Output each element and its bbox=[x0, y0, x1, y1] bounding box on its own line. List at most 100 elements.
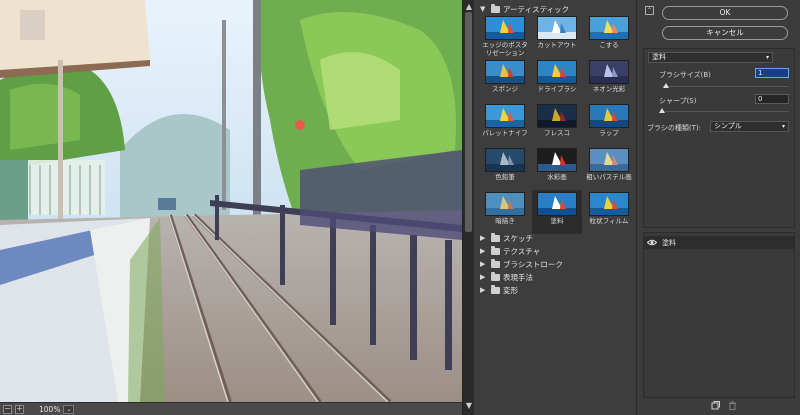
thumb-label: 粗いパステル画 bbox=[586, 173, 632, 181]
filter-thumb-rough-pastels[interactable]: 粗いパステル画 bbox=[584, 146, 634, 190]
triangle-right-icon: ▶ bbox=[480, 234, 486, 242]
filter-type-select[interactable]: 塗料 ▾ bbox=[648, 52, 773, 63]
thumb-label: 塗料 bbox=[550, 217, 564, 225]
folder-open-icon bbox=[491, 3, 500, 13]
thumb-image bbox=[589, 104, 629, 128]
thumb-image bbox=[537, 148, 577, 172]
folder-icon bbox=[491, 271, 500, 281]
gallery-scrollbar[interactable]: ▲ ▼ bbox=[462, 0, 474, 415]
thumb-label: スポンジ bbox=[492, 85, 518, 93]
folder-icon bbox=[491, 232, 500, 242]
thumb-label: ネオン光彩 bbox=[592, 85, 626, 93]
filter-thumb-neon-glow[interactable]: ネオン光彩 bbox=[584, 58, 634, 102]
thumb-label: ラップ bbox=[599, 129, 619, 137]
thumb-image bbox=[537, 60, 577, 84]
thumb-image bbox=[589, 148, 629, 172]
triangle-down-icon: ▼ bbox=[480, 5, 486, 13]
filter-thumb-cutout[interactable]: カットアウト bbox=[532, 14, 582, 58]
category-label: アーティスティック bbox=[503, 4, 570, 14]
category-distort[interactable]: ▶ 変形 bbox=[480, 284, 518, 296]
filter-thumb-paint-daubs[interactable]: 塗料 bbox=[532, 190, 582, 234]
scrollbar-thumb[interactable] bbox=[465, 12, 472, 232]
category-label: 変形 bbox=[503, 285, 518, 295]
thumb-image bbox=[485, 16, 525, 40]
category-label: ブラシストローク bbox=[503, 259, 563, 269]
triangle-right-icon: ▶ bbox=[480, 273, 486, 281]
brush-type-value: シンプル bbox=[714, 122, 742, 130]
thumb-image bbox=[537, 104, 577, 128]
category-stylize[interactable]: ▶ 表現手法 bbox=[480, 271, 533, 283]
collapse-gallery-icon[interactable]: ⌃ bbox=[645, 6, 654, 15]
sharpness-input[interactable]: 0 bbox=[755, 94, 789, 104]
sharpness-slider-thumb[interactable] bbox=[659, 108, 665, 113]
brush-type-select[interactable]: シンプル ▾ bbox=[710, 121, 789, 132]
category-sketch[interactable]: ▶ スケッチ bbox=[480, 232, 533, 244]
cancel-button[interactable]: キャンセル bbox=[662, 26, 788, 40]
sharpness-label: シャープ(S) bbox=[659, 97, 697, 105]
category-texture[interactable]: ▶ テクスチャ bbox=[480, 245, 540, 257]
folder-icon bbox=[491, 258, 500, 268]
thumb-label: パレットナイフ bbox=[482, 129, 528, 137]
sharpness-slider-track[interactable] bbox=[661, 111, 789, 112]
thumb-image bbox=[485, 192, 525, 216]
filter-thumb-colored-pencil[interactable]: 色鉛筆 bbox=[480, 146, 530, 190]
layer-actions bbox=[711, 401, 737, 410]
zoom-out-button[interactable]: − bbox=[3, 404, 12, 414]
new-effect-layer-icon[interactable] bbox=[711, 401, 720, 410]
ok-button[interactable]: OK bbox=[662, 6, 788, 20]
brush-size-slider-thumb[interactable] bbox=[663, 83, 669, 88]
brush-size-label: ブラシサイズ(B) bbox=[659, 71, 711, 79]
zoom-level: 100% bbox=[39, 404, 61, 414]
filter-thumb-dry-brush[interactable]: ドライブラシ bbox=[532, 58, 582, 102]
filter-thumb-sponge[interactable]: スポンジ bbox=[480, 58, 530, 102]
thumb-image bbox=[537, 192, 577, 216]
effect-layers-panel: 塗料 bbox=[643, 232, 795, 398]
thumb-label: エッジのポスタリゼーション bbox=[482, 41, 528, 57]
brush-size-input[interactable]: 1 bbox=[755, 68, 789, 78]
zoom-in-button[interactable]: + bbox=[15, 404, 24, 414]
filter-preview-canvas[interactable] bbox=[0, 0, 462, 402]
filter-thumb-film-grain[interactable]: 粒状フィルム bbox=[584, 190, 634, 234]
filter-thumb-smudge[interactable]: こする bbox=[584, 14, 634, 58]
thumb-label: 色鉛筆 bbox=[495, 173, 515, 181]
category-label: テクスチャ bbox=[503, 246, 541, 256]
chevron-down-icon: ▾ bbox=[765, 54, 769, 61]
scroll-down-icon[interactable]: ▼ bbox=[464, 401, 474, 411]
folder-icon bbox=[491, 284, 500, 294]
thumb-label: カットアウト bbox=[537, 41, 577, 49]
filter-thumb-plastic-wrap[interactable]: ラップ bbox=[584, 102, 634, 146]
filter-thumb-fresco[interactable]: フレスコ bbox=[532, 102, 582, 146]
thumb-image bbox=[537, 16, 577, 40]
filter-thumb-poster-edges[interactable]: エッジのポスタリゼーション bbox=[480, 14, 530, 58]
filter-thumb-watercolor[interactable]: 水彩画 bbox=[532, 146, 582, 190]
thumb-label: 粒状フィルム bbox=[589, 217, 629, 225]
category-label: スケッチ bbox=[503, 233, 533, 243]
thumb-image bbox=[589, 16, 629, 40]
thumb-image bbox=[589, 192, 629, 216]
triangle-right-icon: ▶ bbox=[480, 260, 486, 268]
triangle-right-icon: ▶ bbox=[480, 247, 486, 255]
brush-size-slider-track[interactable] bbox=[661, 86, 789, 87]
preview-zoom-bar: − + 100% ⌄ bbox=[0, 402, 462, 415]
filter-type-value: 塗料 bbox=[652, 53, 666, 61]
thumb-image bbox=[485, 60, 525, 84]
thumb-image bbox=[589, 60, 629, 84]
category-label: 表現手法 bbox=[503, 272, 533, 282]
thumb-image bbox=[485, 148, 525, 172]
thumb-label: ドライブラシ bbox=[537, 85, 577, 93]
thumb-label: こする bbox=[599, 41, 619, 49]
eye-icon[interactable] bbox=[647, 239, 657, 246]
triangle-right-icon: ▶ bbox=[480, 286, 486, 294]
filter-thumb-underpainting[interactable]: 暗描き bbox=[480, 190, 530, 234]
filter-thumb-palette-knife[interactable]: パレットナイフ bbox=[480, 102, 530, 146]
filter-settings-panel: ⌃ OK キャンセル 塗料 ▾ ブラシサイズ(B) 1 シャープ(S) 0 ブラ… bbox=[636, 0, 800, 415]
effect-layer-row[interactable]: 塗料 bbox=[644, 236, 794, 249]
chevron-down-icon: ▾ bbox=[781, 123, 785, 130]
scroll-up-icon[interactable]: ▲ bbox=[464, 2, 474, 12]
zoom-dropdown-button[interactable]: ⌄ bbox=[63, 404, 75, 414]
thumb-label: 暗描き bbox=[495, 217, 515, 225]
filter-gallery: ▼ アーティスティック エッジのポスタリゼーション カットアウト こする スポン… bbox=[474, 0, 636, 415]
trash-icon[interactable] bbox=[728, 401, 737, 410]
category-brush-strokes[interactable]: ▶ ブラシストローク bbox=[480, 258, 563, 270]
preview-image bbox=[0, 0, 462, 402]
